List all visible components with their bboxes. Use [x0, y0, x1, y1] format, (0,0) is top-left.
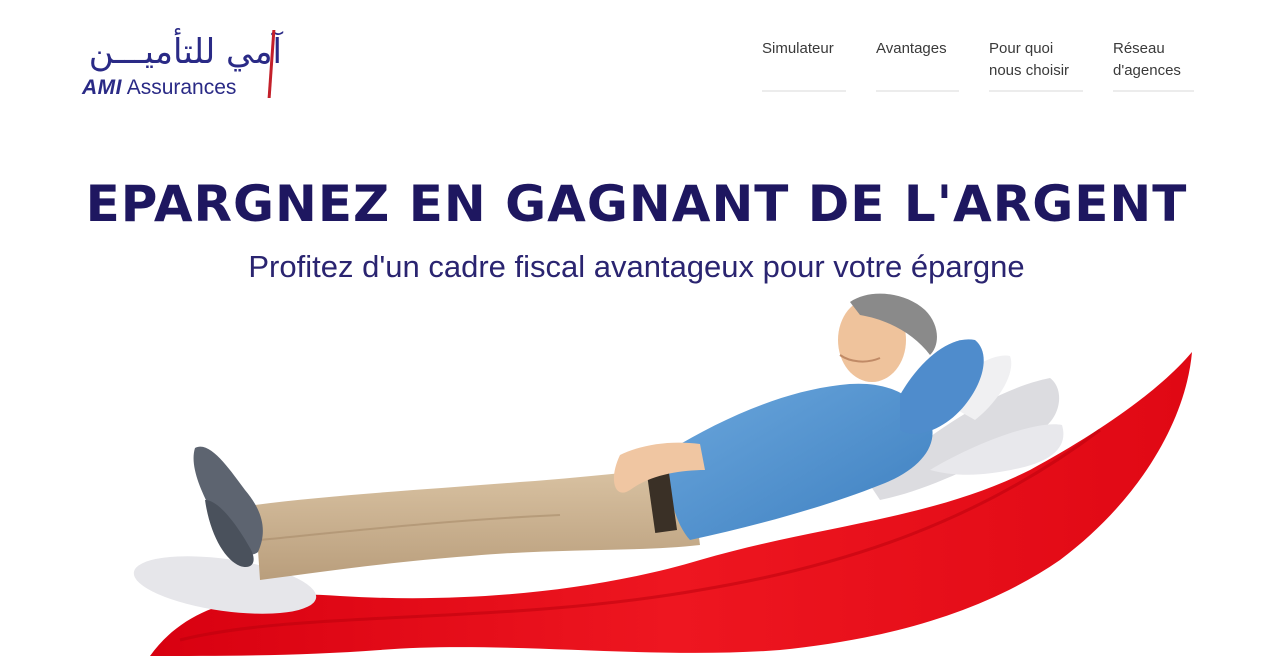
nav-item-pourquoi-nous-choisir[interactable]: Pour quoi nous choisir: [989, 38, 1083, 92]
man-relaxing-on-red-wave-illustration: [133, 293, 1192, 656]
hero-title: EPARGNEZ EN GAGNANT DE L'ARGENT: [85, 175, 1188, 233]
nav-item-avantages[interactable]: Avantages: [876, 38, 959, 92]
nav-item-label-line1: Réseau: [1113, 40, 1165, 57]
nav-item-label-line2: d'agences: [1113, 62, 1181, 79]
nav-item-label-line1: Pour quoi: [989, 40, 1054, 57]
nav-item-label: Simulateur: [762, 40, 834, 57]
nav-item-label: Avantages: [876, 40, 947, 57]
main-nav: Simulateur Avantages Pour quoi nous choi…: [0, 38, 1273, 98]
nav-item-label-line2: nous choisir: [989, 62, 1070, 79]
landing-page: آمي للتأميـــن AMI Assurances Simulateur…: [0, 0, 1273, 656]
nav-item-simulateur[interactable]: Simulateur: [762, 38, 846, 92]
nav-item-reseau-agences[interactable]: Réseau d'agences: [1113, 38, 1194, 92]
